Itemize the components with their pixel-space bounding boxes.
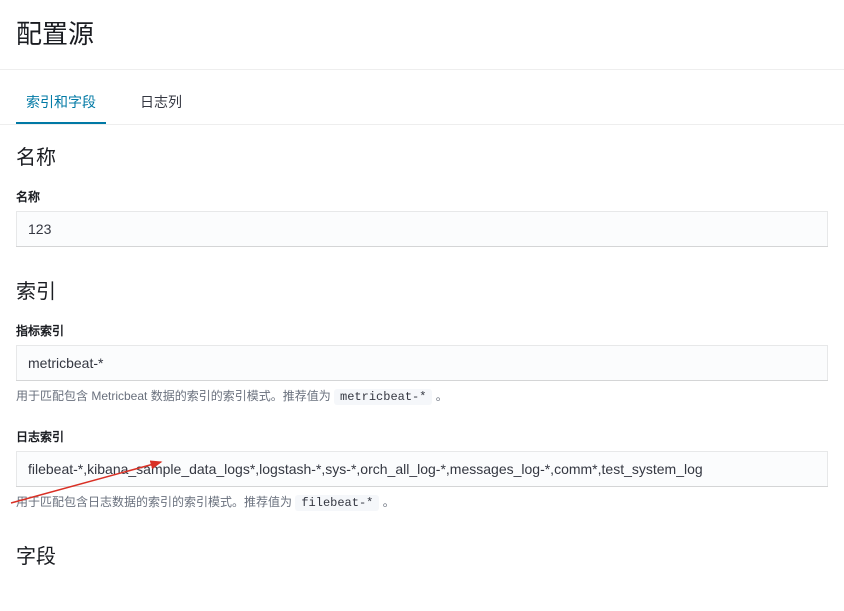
help-metric-index: 用于匹配包含 Metricbeat 数据的索引的索引模式。推荐值为 metric… bbox=[16, 387, 828, 406]
tabs: 索引和字段 日志列 bbox=[0, 80, 844, 125]
help-log-code: filebeat-* bbox=[295, 495, 379, 511]
label-log-index: 日志索引 bbox=[16, 428, 828, 445]
help-log-prefix: 用于匹配包含日志数据的索引的索引模式。推荐值为 bbox=[16, 495, 295, 509]
help-metric-prefix: 用于匹配包含 Metricbeat 数据的索引的索引模式。推荐值为 bbox=[16, 389, 334, 403]
input-metric-index[interactable] bbox=[16, 345, 828, 381]
section-index: 索引 指标索引 用于匹配包含 Metricbeat 数据的索引的索引模式。推荐值… bbox=[16, 275, 828, 512]
label-name: 名称 bbox=[16, 188, 828, 205]
help-metric-suffix: 。 bbox=[432, 389, 447, 403]
section-heading-index: 索引 bbox=[16, 275, 828, 304]
help-log-index: 用于匹配包含日志数据的索引的索引模式。推荐值为 filebeat-* 。 bbox=[16, 493, 828, 512]
content: 名称 名称 索引 指标索引 用于匹配包含 Metricbeat 数据的索引的索引… bbox=[0, 125, 844, 611]
section-fields: 字段 bbox=[16, 540, 828, 569]
input-log-index[interactable] bbox=[16, 451, 828, 487]
field-block-metric-index: 指标索引 用于匹配包含 Metricbeat 数据的索引的索引模式。推荐值为 m… bbox=[16, 322, 828, 406]
field-block-log-index: 日志索引 用于匹配包含日志数据的索引的索引模式。推荐值为 filebeat-* … bbox=[16, 428, 828, 512]
section-name: 名称 名称 bbox=[16, 141, 828, 247]
tab-log-columns[interactable]: 日志列 bbox=[130, 80, 192, 124]
tab-indices-fields[interactable]: 索引和字段 bbox=[16, 80, 106, 124]
help-metric-code: metricbeat-* bbox=[334, 389, 432, 405]
section-heading-name: 名称 bbox=[16, 141, 828, 170]
section-heading-fields: 字段 bbox=[16, 540, 828, 569]
page-header: 配置源 bbox=[0, 0, 844, 70]
field-block-name: 名称 bbox=[16, 188, 828, 247]
input-name[interactable] bbox=[16, 211, 828, 247]
page-title: 配置源 bbox=[16, 14, 828, 51]
help-log-suffix: 。 bbox=[379, 495, 394, 509]
label-metric-index: 指标索引 bbox=[16, 322, 828, 339]
